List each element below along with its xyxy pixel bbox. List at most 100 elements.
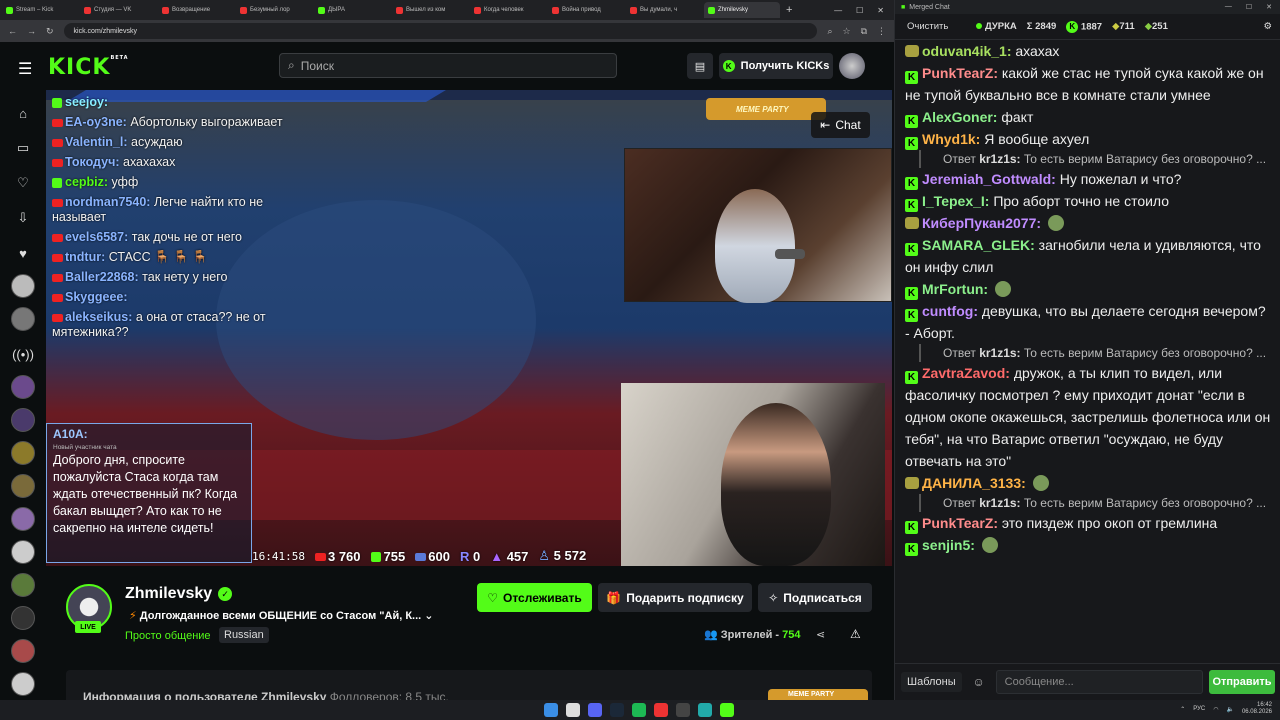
steam-icon[interactable] <box>610 703 624 717</box>
language-indicator[interactable]: РУС <box>1193 706 1205 712</box>
browser-tab[interactable]: Stream – Kick <box>2 2 78 18</box>
browser-tab[interactable]: Вы думали, ч <box>626 2 702 18</box>
follow-button[interactable]: ♡ Отслеживать <box>477 583 592 612</box>
send-button[interactable]: Отправить <box>1209 670 1275 694</box>
channel-name[interactable]: Zhmilevsky ✓ <box>125 585 233 603</box>
share-icon[interactable]: ⋖ <box>816 628 825 641</box>
templates-button[interactable]: Шаблоны <box>901 672 962 692</box>
emoji-icon[interactable]: ☺ <box>968 671 990 693</box>
browser-tab[interactable]: Zhmilevsky <box>704 2 780 18</box>
chat-toggle-button[interactable]: ⇤ Chat <box>811 112 870 138</box>
browser-tab[interactable]: Когда человек <box>470 2 546 18</box>
sidebar-channel-avatar[interactable] <box>11 507 35 531</box>
sidebar-channel-avatar[interactable] <box>11 606 35 630</box>
search-input[interactable]: ⌕ Поиск <box>279 53 617 78</box>
settings-gear-icon[interactable]: ⚙ <box>1263 21 1272 32</box>
maximize-icon[interactable]: ☐ <box>1246 3 1252 11</box>
gift-sub-button[interactable]: 🎁 Подарить подписку <box>598 583 752 612</box>
reload-icon[interactable]: ↻ <box>46 26 54 37</box>
kick-logo[interactable]: KICKBETA <box>48 55 129 80</box>
browse-icon[interactable]: ▭ <box>11 136 35 160</box>
home-icon[interactable]: ⌂ <box>11 101 35 125</box>
chrome-icon[interactable] <box>566 703 580 717</box>
overlay-chat-text: асуждаю <box>131 135 183 149</box>
chat-username[interactable]: КиберПукан2077: <box>922 215 1041 231</box>
sidebar-channel-avatar[interactable] <box>11 274 35 298</box>
chat-username[interactable]: ДАНИЛА_3133: <box>922 475 1026 491</box>
sidebar-channel-avatar[interactable] <box>11 441 35 465</box>
follow-label: Отслеживать <box>503 590 582 605</box>
tab-favicon-icon <box>708 6 715 14</box>
sidebar-channel-avatar[interactable] <box>11 540 35 564</box>
clear-button[interactable]: Очистить <box>903 19 952 34</box>
chat-reply-quote[interactable]: Ответ kr1z1s: То есть верим Ватарису без… <box>919 494 1271 512</box>
app-icon[interactable] <box>698 703 712 717</box>
sidebar-channel-avatar[interactable] <box>11 408 35 432</box>
following-heart-icon[interactable]: ♡ <box>11 171 35 195</box>
zoom-icon[interactable]: ⌕ <box>827 26 832 37</box>
sidebar-channel-avatar[interactable] <box>11 672 35 696</box>
category-link[interactable]: Просто общение <box>125 630 211 642</box>
sidebar-channel-avatar[interactable] <box>11 639 35 663</box>
spotify-icon[interactable] <box>632 703 646 717</box>
clock[interactable]: 16:42 06.08.2026 <box>1242 702 1272 716</box>
tray-chevron-icon[interactable]: ⌃ <box>1180 706 1185 713</box>
message-input[interactable]: Сообщение... <box>995 670 1203 694</box>
close-icon[interactable]: ✕ <box>1266 3 1272 11</box>
get-kicks-button[interactable]: K Получить KICKs <box>719 53 833 79</box>
chat-username[interactable]: cuntfog: <box>922 303 978 319</box>
chat-username[interactable]: AlexGoner: <box>922 109 997 125</box>
chat-username[interactable]: senjin5: <box>922 537 975 553</box>
discord-icon[interactable] <box>588 703 602 717</box>
hamburger-menu-icon[interactable]: ☰ <box>18 59 32 79</box>
chat-username[interactable]: PunkTearZ: <box>922 515 998 531</box>
browser-tab[interactable]: Безумный лор <box>236 2 312 18</box>
wifi-icon[interactable]: ◠ <box>1213 706 1218 713</box>
browser-tab[interactable]: Студия — VK <box>80 2 156 18</box>
back-icon[interactable]: ← <box>8 26 17 36</box>
windows-start-icon[interactable] <box>544 703 558 717</box>
sidebar-channel-avatar[interactable] <box>11 375 35 399</box>
extensions-icon[interactable]: ⧉ <box>861 26 867 37</box>
forward-icon[interactable]: → <box>27 26 36 36</box>
chat-username[interactable]: Whyd1k: <box>922 131 980 147</box>
app-icon[interactable] <box>720 703 734 717</box>
close-icon[interactable]: ✕ <box>877 6 884 15</box>
chat-username[interactable]: SAMARA_GLEK: <box>922 237 1035 253</box>
chat-username[interactable]: oduvan4ik_1: <box>922 43 1011 59</box>
app-icon[interactable] <box>676 703 690 717</box>
chat-username[interactable]: Jeremiah_Gottwald: <box>922 171 1056 187</box>
sidebar-channel-avatar[interactable] <box>11 573 35 597</box>
download-icon[interactable]: ⇩ <box>11 206 35 230</box>
url-input[interactable]: kick.com/zhmilevsky <box>63 23 818 39</box>
sidebar-channel-avatar[interactable] <box>11 307 35 331</box>
chevron-down-icon[interactable]: ⌄ <box>424 610 433 622</box>
user-avatar[interactable] <box>839 53 865 79</box>
chat-username[interactable]: MrFortun: <box>922 281 988 297</box>
sidebar-channel-avatar[interactable] <box>11 474 35 498</box>
minimize-icon[interactable]: — <box>1225 3 1232 11</box>
browser-tab[interactable]: Возвращение <box>158 2 234 18</box>
new-tab-icon[interactable]: + <box>786 4 792 16</box>
chat-username[interactable]: I_Tepex_I: <box>922 193 989 209</box>
browser-tab[interactable]: ДЫРА <box>314 2 390 18</box>
language-tag[interactable]: Russian <box>219 627 269 643</box>
browser-tab[interactable]: Война привод <box>548 2 624 18</box>
chat-username[interactable]: ZavtraZavod: <box>922 365 1010 381</box>
volume-icon[interactable]: 🔈 <box>1226 706 1233 713</box>
chat-reply-quote[interactable]: Ответ kr1z1s: То есть верим Ватарису без… <box>919 344 1271 362</box>
app-icon[interactable] <box>654 703 668 717</box>
live-broadcast-icon[interactable]: ((•)) <box>11 342 35 366</box>
favorites-heart-icon[interactable]: ♥ <box>11 241 35 265</box>
maximize-icon[interactable]: ☐ <box>856 6 863 15</box>
video-player[interactable]: seejoy: EA-oy3ne: Абортольку выгораживае… <box>46 90 892 566</box>
bookmark-star-icon[interactable]: ☆ <box>842 26 850 37</box>
browser-tab[interactable]: Вышел из ком <box>392 2 468 18</box>
chat-username[interactable]: PunkTearZ: <box>922 65 998 81</box>
minimize-icon[interactable]: — <box>834 6 842 15</box>
menu-dots-icon[interactable]: ⋮ <box>877 26 886 37</box>
subscribe-button[interactable]: ✧ Подписаться <box>758 583 872 612</box>
chat-reply-quote[interactable]: Ответ kr1z1s: То есть верим Ватарису без… <box>919 150 1271 168</box>
report-icon[interactable]: ⚠ <box>850 627 861 641</box>
browse-button[interactable]: ▤ <box>687 53 713 79</box>
